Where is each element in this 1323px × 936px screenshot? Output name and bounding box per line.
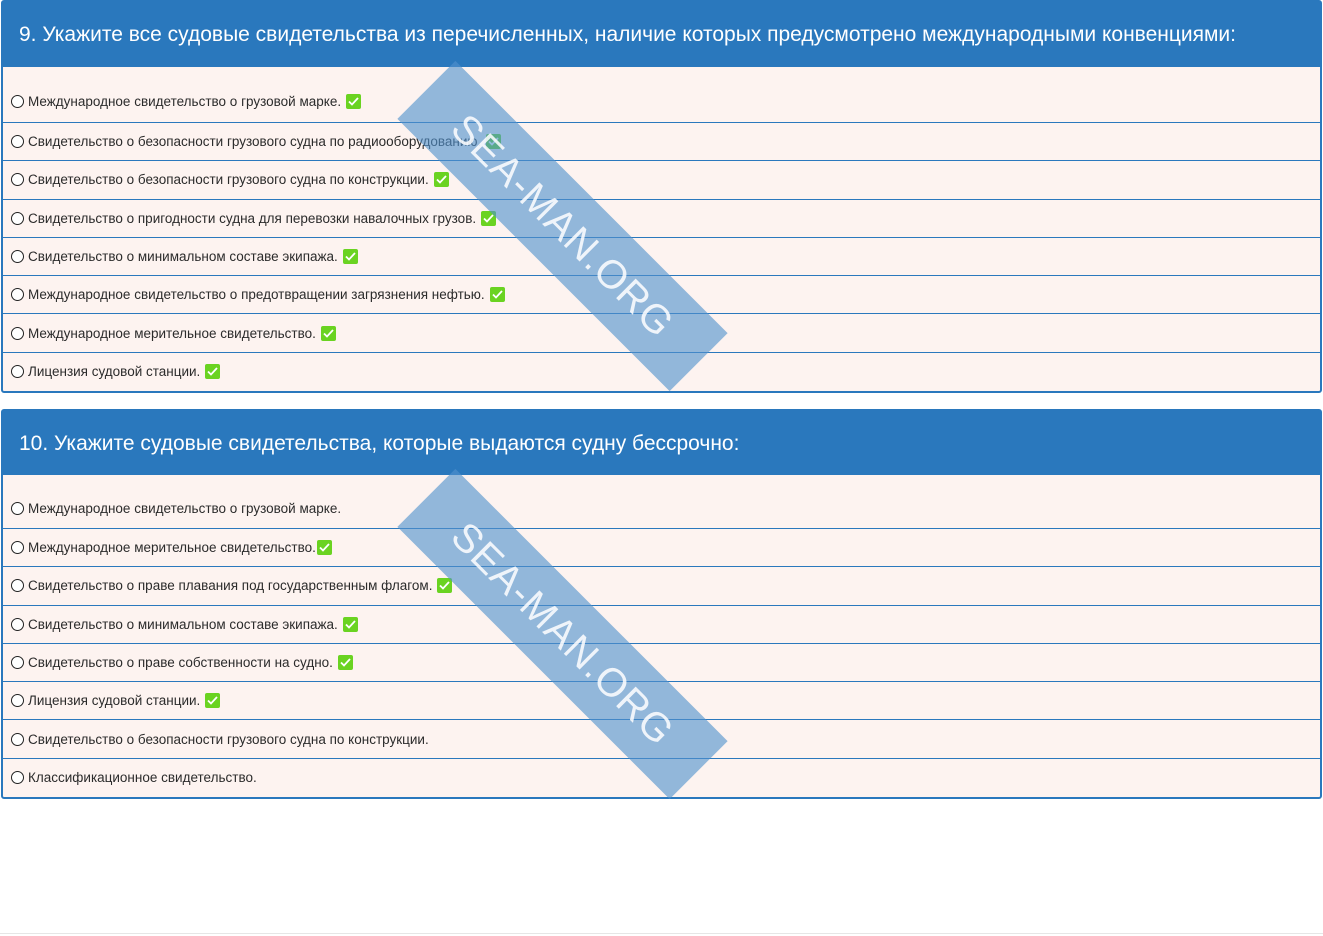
answer-label: Свидетельство о минимальном составе экип… — [28, 616, 338, 632]
answer-label: Свидетельство о безопасности грузового с… — [28, 172, 429, 188]
answer-label: Международное мерительное свидетельство. — [28, 325, 316, 341]
question-9: 9. Укажите все судовые свидетельства из … — [1, 0, 1322, 393]
question-title: 10. Укажите судовые свидетельства, котор… — [3, 411, 1320, 475]
radio-button-icon[interactable] — [11, 502, 24, 515]
answer-option[interactable]: Международное свидетельство о грузовой м… — [3, 475, 1320, 529]
answer-label: Свидетельство о минимальном составе экип… — [28, 249, 338, 265]
checkmark-icon — [481, 210, 497, 226]
checkmark-icon — [337, 655, 353, 671]
answer-option[interactable]: Международное мерительное свидетельство. — [3, 529, 1320, 568]
checkmark-icon — [316, 540, 332, 556]
checkmark-icon — [320, 325, 336, 341]
checkmark-icon — [486, 134, 502, 150]
answer-label: Международное свидетельство о грузовой м… — [28, 94, 342, 109]
checkmark-icon — [205, 693, 221, 709]
radio-button-icon[interactable] — [11, 656, 24, 670]
checkmark-icon — [437, 578, 453, 594]
radio-button-icon[interactable] — [11, 541, 24, 555]
answer-label: Свидетельство о безопасности грузового с… — [28, 134, 482, 150]
answer-option[interactable]: Свидетельство о праве плавания под госуд… — [3, 567, 1320, 606]
answer-option[interactable]: Лицензия судовой станции. — [3, 682, 1320, 721]
radio-button-icon[interactable] — [11, 135, 24, 149]
answer-label: Свидетельство о пригодности судна для пе… — [28, 210, 477, 226]
checkmark-icon — [433, 172, 449, 188]
radio-button-icon[interactable] — [11, 771, 24, 785]
answer-option[interactable]: Свидетельство о праве собственности на с… — [3, 644, 1320, 683]
answer-option[interactable]: Свидетельство о пригодности судна для пе… — [3, 200, 1320, 238]
radio-button-icon[interactable] — [11, 288, 24, 302]
radio-button-icon[interactable] — [11, 694, 24, 708]
checkmark-icon — [489, 287, 505, 303]
radio-button-icon[interactable] — [11, 365, 24, 379]
radio-button-icon[interactable] — [11, 211, 24, 225]
answer-option[interactable]: Лицензия судовой станции. — [3, 353, 1320, 391]
answer-label: Международное мерительное свидетельство. — [28, 540, 316, 556]
checkmark-icon — [342, 249, 358, 265]
checkmark-icon — [346, 94, 362, 109]
answer-option[interactable]: Классификационное свидетельство. — [3, 759, 1320, 797]
answer-option[interactable]: Свидетельство о минимальном составе экип… — [3, 238, 1320, 277]
radio-button-icon[interactable] — [11, 326, 24, 340]
answer-option[interactable]: Свидетельство о безопасности грузового с… — [3, 123, 1320, 162]
question-title: 9. Укажите все судовые свидетельства из … — [3, 2, 1320, 67]
checkmark-icon — [205, 364, 221, 380]
radio-button-icon[interactable] — [11, 95, 24, 108]
answer-label: Лицензия судовой станции. — [28, 364, 201, 380]
answer-option[interactable]: Международное свидетельство о предотвращ… — [3, 276, 1320, 315]
radio-button-icon[interactable] — [11, 173, 24, 187]
radio-button-icon[interactable] — [11, 579, 24, 593]
answer-label: Свидетельство о праве плавания под госуд… — [28, 578, 433, 594]
answer-option[interactable]: Международное мерительное свидетельство. — [3, 314, 1320, 353]
answer-label: Международное свидетельство о предотвращ… — [28, 287, 485, 303]
answer-label: Лицензия судовой станции. — [28, 693, 201, 709]
answer-label: Международное свидетельство о грузовой м… — [28, 501, 342, 516]
radio-button-icon[interactable] — [11, 617, 24, 631]
radio-button-icon[interactable] — [11, 250, 24, 264]
answer-list: Международное свидетельство о грузовой м… — [3, 67, 1320, 391]
radio-button-icon[interactable] — [11, 732, 24, 746]
answer-list: Международное свидетельство о грузовой м… — [3, 475, 1320, 797]
answer-label: Классификационное свидетельство. — [28, 770, 257, 786]
page: 9. Укажите все судовые свидетельства из … — [0, 0, 1323, 936]
answer-option[interactable]: Международное свидетельство о грузовой м… — [3, 67, 1320, 123]
answer-option[interactable]: Свидетельство о безопасности грузового с… — [3, 720, 1320, 759]
divider — [0, 933, 1323, 934]
answer-label: Свидетельство о безопасности грузового с… — [28, 731, 429, 747]
answer-option[interactable]: Свидетельство о безопасности грузового с… — [3, 161, 1320, 200]
checkmark-icon — [342, 616, 358, 632]
answer-label: Свидетельство о праве собственности на с… — [28, 655, 333, 671]
answer-option[interactable]: Свидетельство о минимальном составе экип… — [3, 606, 1320, 644]
question-10: 10. Укажите судовые свидетельства, котор… — [1, 409, 1322, 799]
